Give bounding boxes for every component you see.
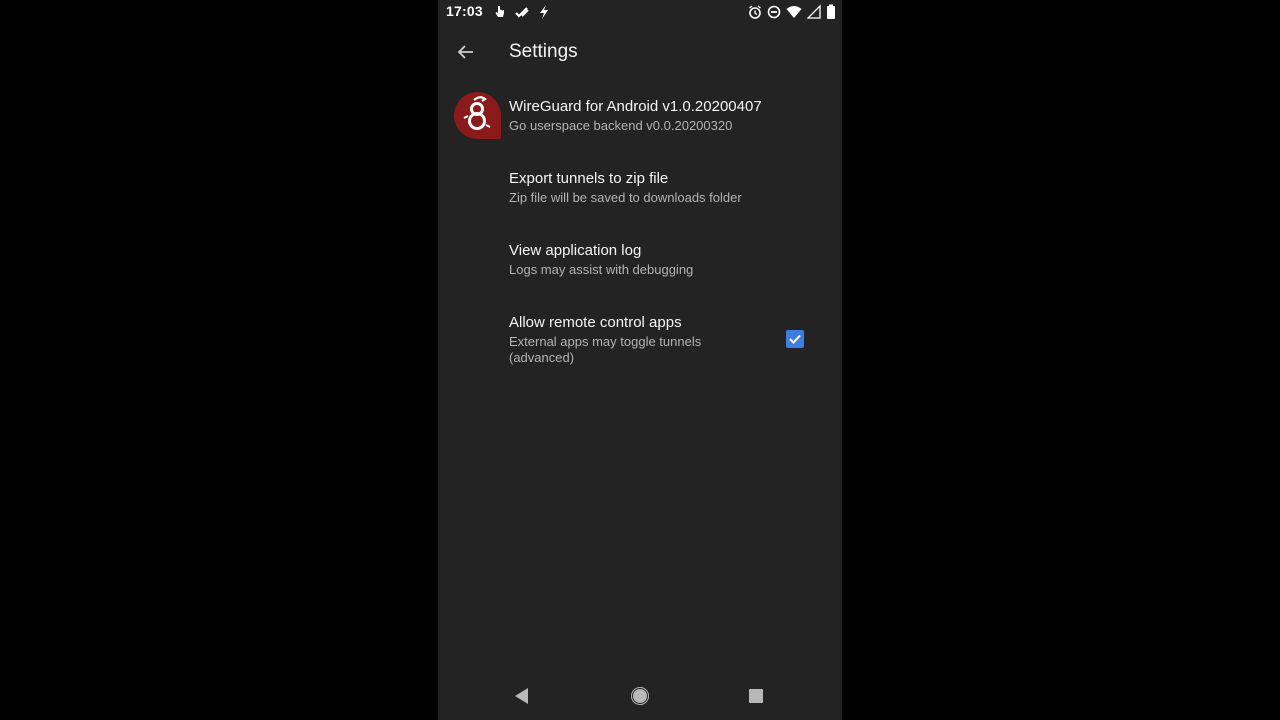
wifi-icon <box>786 6 802 18</box>
export-tunnels-summary: Zip file will be saved to downloads fold… <box>509 190 742 205</box>
status-bar: 17:03 <box>438 0 842 24</box>
arrow-back-icon <box>457 45 473 59</box>
status-time: 17:03 <box>446 3 483 19</box>
view-log-item[interactable]: View application log Logs may assist wit… <box>438 228 842 292</box>
signal-icon <box>807 4 821 19</box>
version-title: WireGuard for Android v1.0.20200407 <box>509 98 762 115</box>
export-tunnels-item[interactable]: Export tunnels to zip file Zip file will… <box>438 156 842 220</box>
home-circle-icon[interactable] <box>628 684 652 708</box>
remote-control-title: Allow remote control apps <box>509 314 682 331</box>
recents-square-icon[interactable] <box>744 684 768 708</box>
version-summary: Go userspace backend v0.0.20200320 <box>509 118 733 133</box>
check-mark-icon <box>789 334 801 344</box>
page-title: Settings <box>509 41 578 62</box>
remote-control-summary: External apps may toggle tunnels (advanc… <box>509 334 702 365</box>
view-log-summary: Logs may assist with debugging <box>509 262 694 277</box>
view-log-title: View application log <box>509 242 642 259</box>
remote-control-checkbox[interactable] <box>786 330 804 348</box>
flash-icon <box>540 5 548 19</box>
back-triangle-icon[interactable] <box>510 684 534 708</box>
back-button[interactable] <box>452 38 480 66</box>
app-bar: Settings <box>438 24 842 80</box>
status-right-icons <box>748 4 836 20</box>
check-icon <box>515 7 529 18</box>
do-not-disturb-icon <box>767 5 781 19</box>
status-left-icons <box>493 4 551 20</box>
phone-screen: 17:03 Settings WireGuard for Android v1.… <box>438 0 842 720</box>
navigation-bar <box>438 672 842 720</box>
version-item[interactable]: WireGuard for Android v1.0.20200407 Go u… <box>438 84 842 148</box>
remote-control-item[interactable]: Allow remote control apps External apps … <box>438 300 842 380</box>
alarm-icon <box>749 5 761 19</box>
export-tunnels-title: Export tunnels to zip file <box>509 170 669 187</box>
touch-icon <box>495 6 504 17</box>
battery-icon <box>827 4 835 19</box>
